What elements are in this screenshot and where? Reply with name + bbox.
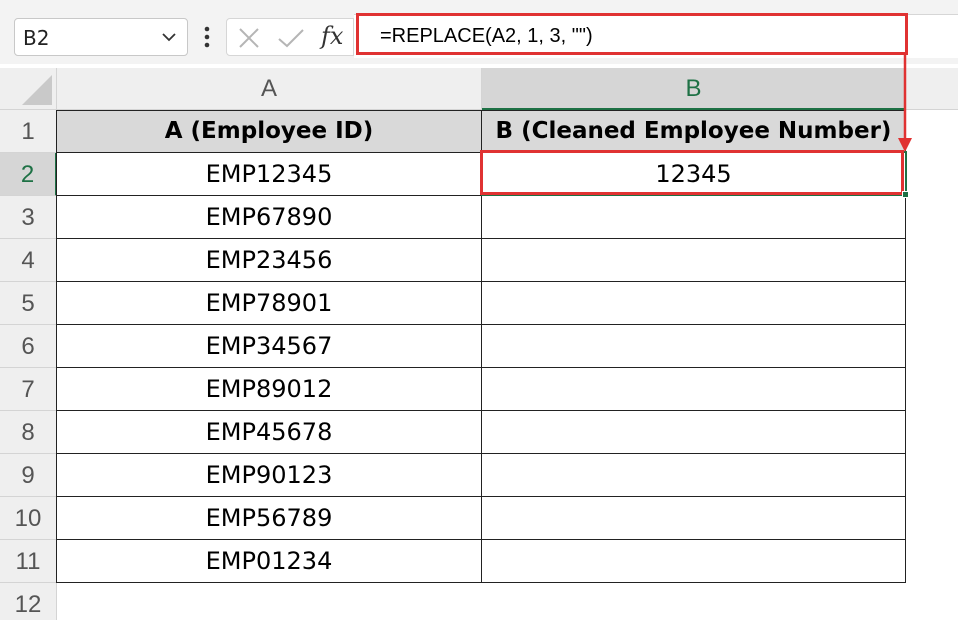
table-cell[interactable]	[482, 497, 906, 540]
insert-function-icon[interactable]: fx	[321, 22, 343, 50]
table-cell[interactable]	[482, 196, 906, 239]
table-cell[interactable]	[482, 411, 906, 454]
table-header-cell[interactable]: A (Employee ID)	[57, 110, 482, 153]
select-all-corner[interactable]	[0, 68, 57, 110]
table-cell[interactable]: EMP90123	[57, 454, 482, 497]
table-cell[interactable]: EMP23456	[57, 239, 482, 282]
formula-controls: fx	[226, 18, 354, 56]
row-header[interactable]: 9	[0, 454, 57, 497]
formula-highlight-box	[356, 13, 908, 55]
chevron-down-icon[interactable]	[159, 27, 179, 47]
fill-handle[interactable]	[902, 191, 909, 198]
row-header[interactable]: 5	[0, 282, 57, 325]
row-header[interactable]: 4	[0, 239, 57, 282]
select-all-triangle	[22, 75, 52, 105]
column-header-b[interactable]: B	[482, 68, 906, 110]
enter-checkmark-icon[interactable]	[277, 28, 305, 48]
table-cell[interactable]: EMP34567	[57, 325, 482, 368]
row-header[interactable]: 7	[0, 368, 57, 411]
name-box[interactable]: B2	[14, 18, 188, 56]
table-cell[interactable]	[482, 282, 906, 325]
table-cell[interactable]	[482, 454, 906, 497]
row-header[interactable]: 10	[0, 497, 57, 540]
table-cell[interactable]: EMP67890	[57, 196, 482, 239]
empty-row[interactable]	[57, 583, 958, 620]
row-header[interactable]: 3	[0, 196, 57, 239]
table-cell[interactable]	[482, 325, 906, 368]
table-header-cell[interactable]: B (Cleaned Employee Number)	[482, 110, 906, 153]
table-cell[interactable]: EMP78901	[57, 282, 482, 325]
table-top-border	[57, 110, 906, 111]
more-options-icon[interactable]	[202, 24, 212, 50]
pointer-arrow-icon	[898, 54, 912, 152]
table-cell[interactable]	[482, 239, 906, 282]
row-header[interactable]: 12	[0, 583, 57, 620]
result-cell-highlight-box	[480, 150, 904, 195]
table-cell[interactable]: EMP89012	[57, 368, 482, 411]
table-cell[interactable]	[482, 368, 906, 411]
name-box-value: B2	[23, 26, 50, 50]
table-cell[interactable]: EMP12345	[57, 153, 482, 196]
row-header[interactable]: 8	[0, 411, 57, 454]
row-header[interactable]: 11	[0, 540, 57, 583]
table-cell[interactable]: EMP01234	[57, 540, 482, 583]
row-header[interactable]: 6	[0, 325, 57, 368]
table-cell[interactable]	[482, 540, 906, 583]
column-header-a[interactable]: A	[57, 68, 482, 110]
row-header[interactable]: 1	[0, 110, 57, 153]
table-cell[interactable]: EMP56789	[57, 497, 482, 540]
table-left-border	[56, 110, 57, 583]
cancel-icon[interactable]	[237, 27, 261, 49]
row-header[interactable]: 2	[0, 153, 57, 196]
table-cell[interactable]: EMP45678	[57, 411, 482, 454]
